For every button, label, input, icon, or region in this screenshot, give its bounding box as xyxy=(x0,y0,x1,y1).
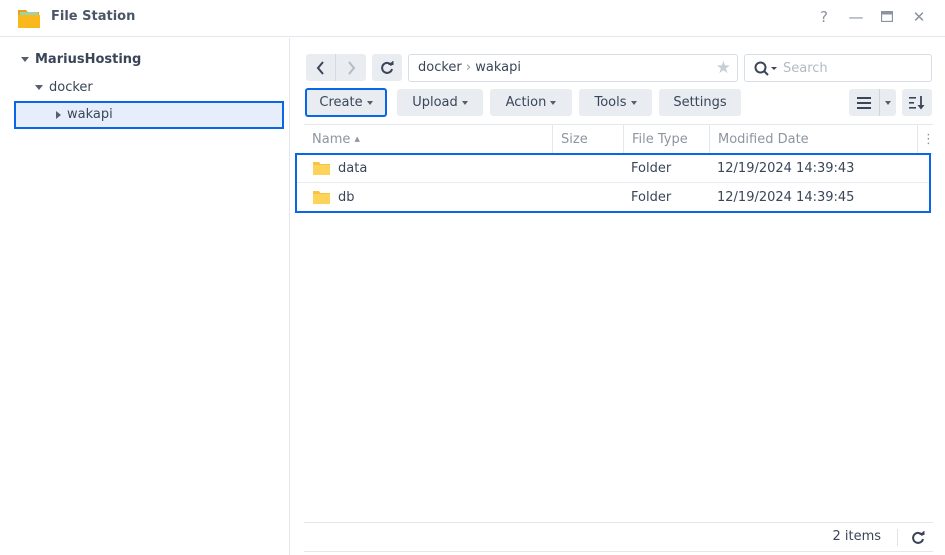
minimize-icon[interactable]: — xyxy=(847,8,865,26)
column-file-type[interactable]: File Type xyxy=(624,125,710,154)
file-modified-date: 12/19/2024 14:39:45 xyxy=(717,190,855,205)
breadcrumb-docker[interactable]: docker xyxy=(418,60,462,75)
search-input[interactable] xyxy=(783,59,923,77)
search-box xyxy=(744,54,932,82)
refresh-button[interactable] xyxy=(372,54,402,81)
file-type: Folder xyxy=(631,161,672,176)
folder-icon xyxy=(313,191,330,204)
file-modified-date: 12/19/2024 14:39:43 xyxy=(717,161,855,176)
nav-buttons xyxy=(306,54,366,81)
column-size[interactable]: Size xyxy=(553,125,624,154)
footer-divider xyxy=(897,529,898,546)
tree-item-wakapi[interactable]: wakapi xyxy=(56,102,113,128)
view-mode-button[interactable] xyxy=(849,89,896,116)
help-icon[interactable]: ? xyxy=(815,8,833,26)
file-station-icon xyxy=(18,10,40,28)
expand-arrow-icon[interactable] xyxy=(21,57,29,62)
file-row[interactable]: data Folder 12/19/2024 14:39:43 xyxy=(297,154,929,183)
column-label: Name xyxy=(312,132,351,147)
item-count: 2 items xyxy=(832,529,881,544)
title-bar: File Station ? — ✕ xyxy=(0,0,945,37)
settings-button[interactable]: Settings xyxy=(659,89,741,116)
sort-icon xyxy=(909,96,925,110)
column-name[interactable]: Name ▲ xyxy=(304,125,553,154)
tree-item-label: docker xyxy=(49,80,93,95)
create-button[interactable]: Create xyxy=(305,88,387,117)
tree-selection-highlight xyxy=(14,101,284,129)
favorite-star-icon[interactable]: ★ xyxy=(716,58,731,78)
breadcrumb-wakapi[interactable]: wakapi xyxy=(475,60,521,75)
close-icon[interactable]: ✕ xyxy=(910,8,928,26)
file-name: data xyxy=(338,161,368,176)
list-view-icon[interactable] xyxy=(849,89,880,116)
action-label: Action xyxy=(505,95,547,110)
create-label: Create xyxy=(319,95,363,110)
refresh-icon xyxy=(381,61,394,74)
file-list-header: Name ▲ Size File Type Modified Date ⋮ xyxy=(304,124,935,154)
folder-icon xyxy=(313,162,330,175)
path-bar[interactable]: docker › wakapi ★ xyxy=(408,54,738,82)
upload-label: Upload xyxy=(412,95,458,110)
column-options-icon[interactable]: ⋮ xyxy=(918,125,935,154)
file-type: Folder xyxy=(631,190,672,205)
dropdown-caret-icon xyxy=(550,100,557,105)
dropdown-caret-icon xyxy=(366,100,373,105)
folder-tree: MariusHosting docker wakapi xyxy=(0,38,290,555)
action-button[interactable]: Action xyxy=(490,89,572,116)
back-button[interactable] xyxy=(306,54,336,81)
view-dropdown-caret-icon[interactable] xyxy=(880,89,896,116)
forward-button[interactable] xyxy=(336,54,366,81)
breadcrumb-separator: › xyxy=(465,60,472,75)
tools-label: Tools xyxy=(594,95,627,110)
settings-label: Settings xyxy=(673,95,727,110)
tree-item-label: MariusHosting xyxy=(35,52,142,67)
main-panel: docker › wakapi ★ Create Upload Action T… xyxy=(291,38,945,555)
status-bar: 2 items xyxy=(304,522,933,552)
tools-button[interactable]: Tools xyxy=(579,89,652,116)
file-row[interactable]: db Folder 12/19/2024 14:39:45 xyxy=(297,183,929,212)
breadcrumb: docker › wakapi xyxy=(418,60,521,75)
sort-asc-icon: ▲ xyxy=(354,135,360,143)
refresh-icon[interactable] xyxy=(911,531,925,545)
tree-item-mariushosting[interactable]: MariusHosting xyxy=(21,47,141,73)
maximize-icon[interactable] xyxy=(878,8,896,26)
app-title: File Station xyxy=(51,9,136,24)
dropdown-caret-icon xyxy=(461,100,468,105)
upload-button[interactable]: Upload xyxy=(397,89,483,116)
dropdown-caret-icon xyxy=(630,100,637,105)
column-modified-date[interactable]: Modified Date xyxy=(710,125,918,154)
file-name: db xyxy=(338,190,355,205)
collapse-arrow-icon[interactable] xyxy=(56,110,61,119)
search-icon[interactable] xyxy=(754,61,780,77)
sort-button[interactable] xyxy=(902,89,932,116)
tree-item-label: wakapi xyxy=(67,107,113,122)
expand-arrow-icon[interactable] xyxy=(35,85,43,90)
tree-item-docker[interactable]: docker xyxy=(35,75,93,101)
